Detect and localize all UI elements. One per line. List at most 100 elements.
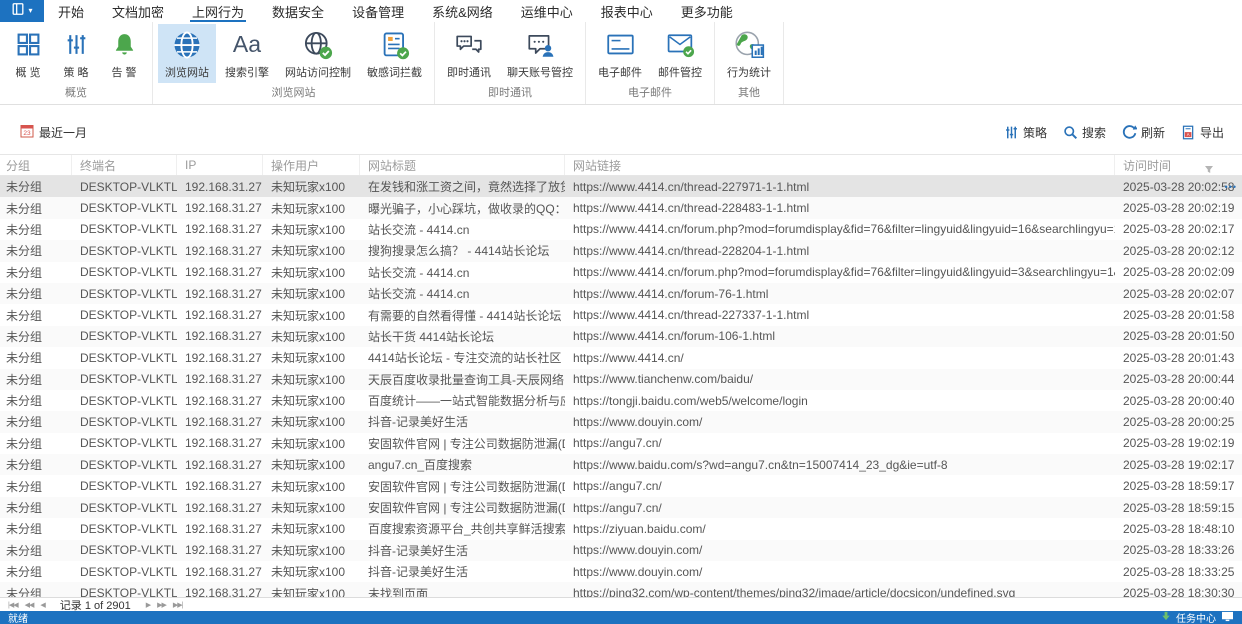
- ribbon-button-chat-account-control[interactable]: 聊天账号管控: [500, 24, 580, 83]
- policy-button-label: 策略: [1022, 126, 1047, 140]
- cell-time: 2025-03-28 20:01:58: [1123, 308, 1235, 323]
- cell-time: 2025-03-28 20:02:58 •••: [1123, 179, 1237, 194]
- cell-title: 安固软件官网 | 专注公司数据防泄漏(DLP)，...: [368, 479, 565, 494]
- mail-icon: [606, 27, 635, 63]
- sliders-sm-icon: [1004, 125, 1019, 140]
- column-header-time[interactable]: 访问时间: [1115, 155, 1242, 175]
- cell-title: 抖音-记录美好生活: [368, 565, 468, 580]
- table-row[interactable]: 未分组 DESKTOP-VLKTLE1 192.168.31.27 未知玩家x100 站…: [0, 325, 1242, 348]
- table-row[interactable]: 未分组 DESKTOP-VLKTLE1 192.168.31.27 未知玩家x100 站…: [0, 262, 1242, 283]
- menu-tab-doc-encrypt[interactable]: 文档加密: [98, 0, 178, 22]
- cell-group: 未分组: [6, 372, 43, 387]
- status-bar: 就绪 任务中心: [0, 611, 1242, 624]
- ribbon-button-behavior-stats[interactable]: 行为统计: [720, 24, 778, 83]
- column-header-group[interactable]: 分组: [0, 155, 72, 175]
- table-row[interactable]: 未分组 DESKTOP-VLKTLE1 192.168.31.27 未知玩家x100 天…: [0, 368, 1242, 390]
- table-row[interactable]: 未分组 DESKTOP-VLKTLE1 192.168.31.27 未知玩家x100 抖…: [0, 411, 1242, 433]
- ribbon-button-alarm[interactable]: 告 警: [101, 24, 147, 83]
- ribbon-group-buttons: 浏览网站 Aa 搜索引擎 网站访问控制 敏感词拦截: [153, 22, 434, 83]
- table-row[interactable]: 未分组 DESKTOP-VLKTLE1 192.168.31.27 未知玩家x100 百…: [0, 518, 1242, 539]
- cell-terminal: DESKTOP-VLKTLE1: [80, 586, 177, 597]
- table-row[interactable]: 未分组 DESKTOP-VLKTLE1 192.168.31.27 未知玩家x100 安…: [0, 433, 1242, 454]
- table-row[interactable]: 未分组 DESKTOP-VLKTLE1 192.168.31.27 未知玩家x100 搜…: [0, 240, 1242, 262]
- svg-text:A: A: [1187, 132, 1190, 137]
- menu-tab-system-network[interactable]: 系统&网络: [418, 0, 507, 22]
- table-row[interactable]: 未分组 DESKTOP-VLKTLE1 192.168.31.27 未知玩家x100 安…: [0, 475, 1242, 496]
- time-filter-funnel-icon[interactable]: [1204, 161, 1214, 179]
- table-row[interactable]: 未分组 DESKTOP-VLKTLE1 192.168.31.27 未知玩家x100 百…: [0, 390, 1242, 411]
- table-row[interactable]: 未分组 DESKTOP-VLKTLE1 192.168.31.27 未知玩家x100 抖…: [0, 561, 1242, 582]
- ribbon-button-policy[interactable]: 策 略: [53, 24, 99, 83]
- ribbon-button-website-access-control[interactable]: 网站访问控制: [278, 24, 358, 83]
- menu-tab-more-functions[interactable]: 更多功能: [667, 0, 747, 22]
- pager-next-button[interactable]: ▶: [146, 601, 151, 609]
- pager-last-button[interactable]: ▶▶|: [173, 601, 184, 609]
- menu-tab-data-security[interactable]: 数据安全: [258, 0, 338, 22]
- pager-next-group-button[interactable]: ▶▶: [157, 601, 167, 609]
- table-row[interactable]: 未分组 DESKTOP-VLKTLE1 192.168.31.27 未知玩家x100 未…: [0, 582, 1242, 597]
- table-row[interactable]: 未分组 DESKTOP-VLKTLE1 192.168.31.27 未知玩家x100 4…: [0, 347, 1242, 368]
- ribbon-button-browse-websites[interactable]: 浏览网站: [158, 24, 216, 83]
- cell-time: 2025-03-28 20:02:19: [1123, 201, 1235, 216]
- ribbon-button-email[interactable]: 电子邮件: [591, 24, 649, 83]
- column-header-url[interactable]: 网站链接: [565, 155, 1115, 175]
- table-row[interactable]: 未分组 DESKTOP-VLKTLE1 192.168.31.27 未知玩家x100 安…: [0, 496, 1242, 519]
- ribbon-button-email-control[interactable]: 邮件管控: [651, 24, 709, 83]
- column-header-title[interactable]: 网站标题: [360, 155, 565, 175]
- menu-tab-internet-behavior[interactable]: 上网行为: [178, 0, 258, 22]
- ribbon-button-sensitive-word-block[interactable]: 敏感词拦截: [360, 24, 429, 83]
- cell-terminal: DESKTOP-VLKTLE1: [80, 414, 177, 429]
- policy-button[interactable]: 策略: [1004, 124, 1047, 141]
- table-row[interactable]: 未分组 DESKTOP-VLKTLE1 192.168.31.27 未知玩家x100 曝…: [0, 197, 1242, 219]
- ribbon-button-overview[interactable]: 概 览: [5, 24, 51, 83]
- column-header-terminal[interactable]: 终端名: [72, 155, 177, 175]
- cell-user: 未知玩家x100: [271, 501, 346, 516]
- menu-tab-device-manage[interactable]: 设备管理: [338, 0, 418, 22]
- table-row[interactable]: 未分组 DESKTOP-VLKTLE1 192.168.31.27 未知玩家x100 在…: [0, 176, 1242, 198]
- cell-user: 未知玩家x100: [271, 543, 346, 558]
- pager-first-button[interactable]: |◀◀: [8, 601, 19, 609]
- app-menu-button[interactable]: ▾: [0, 0, 44, 22]
- cell-user: 未知玩家x100: [271, 180, 346, 195]
- ribbon-group-0: 概 览 策 略 告 警概览: [0, 22, 153, 104]
- cell-user: 未知玩家x100: [271, 565, 346, 580]
- cell-user: 未知玩家x100: [271, 586, 346, 597]
- cell-group: 未分组: [6, 479, 43, 494]
- ribbon-group-buttons: 行为统计: [715, 22, 783, 83]
- date-range-filter[interactable]: 23 最近一月: [20, 124, 87, 141]
- cell-user: 未知玩家x100: [271, 287, 346, 302]
- menu-tab-ops-center[interactable]: 运维中心: [507, 0, 587, 22]
- table-row[interactable]: 未分组 DESKTOP-VLKTLE1 192.168.31.27 未知玩家x100 a…: [0, 454, 1242, 476]
- table-row[interactable]: 未分组 DESKTOP-VLKTLE1 192.168.31.27 未知玩家x100 有…: [0, 304, 1242, 325]
- doc-check-icon: [380, 27, 410, 63]
- table-row[interactable]: 未分组 DESKTOP-VLKTLE1 192.168.31.27 未知玩家x100 站…: [0, 282, 1242, 305]
- monitor-icon[interactable]: [1221, 611, 1234, 624]
- cell-group: 未分组: [6, 458, 43, 473]
- menu-tab-report-center[interactable]: 报表中心: [587, 0, 667, 22]
- ribbon-group-3: 电子邮件 邮件管控 电子邮件: [586, 22, 715, 104]
- cell-ip: 192.168.31.27: [185, 500, 262, 515]
- pager-prev-button[interactable]: ◀: [40, 601, 45, 609]
- menu-bar-items: 开始 文档加密 上网行为 数据安全 设备管理 系统&网络 运维中心 报表中心 更多功能: [44, 0, 747, 22]
- status-bar-right: 任务中心: [1161, 610, 1234, 624]
- table-row[interactable]: 未分组 DESKTOP-VLKTLE1 192.168.31.27 未知玩家x100 站…: [0, 219, 1242, 240]
- menu-tab-start[interactable]: 开始: [44, 0, 98, 22]
- task-center-button[interactable]: 任务中心: [1176, 610, 1216, 624]
- cell-ip: 192.168.31.27: [185, 586, 262, 597]
- search-button[interactable]: 搜索: [1063, 124, 1106, 141]
- export-button[interactable]: A 导出: [1181, 124, 1224, 141]
- cell-ip: 192.168.31.27: [185, 414, 262, 429]
- ribbon-button-instant-messaging[interactable]: 即时通讯: [440, 24, 498, 83]
- column-header-ip[interactable]: IP: [177, 155, 263, 175]
- table-row[interactable]: 未分组 DESKTOP-VLKTLE1 192.168.31.27 未知玩家x100 抖…: [0, 539, 1242, 562]
- cell-group: 未分组: [6, 351, 43, 366]
- column-header-user[interactable]: 操作用户: [263, 155, 360, 175]
- refresh-button[interactable]: 刷新: [1122, 124, 1165, 141]
- ribbon-button-search-engine[interactable]: Aa 搜索引擎: [218, 24, 276, 83]
- row-actions-menu-icon[interactable]: •••: [1225, 182, 1237, 192]
- pager-prev-group-button[interactable]: ◀◀: [25, 601, 35, 609]
- ribbon-button-label: 电子邮件: [598, 66, 642, 79]
- cell-title: 有需要的自然看得懂 - 4414站长论坛: [368, 308, 562, 323]
- filter-toolbar: 23 最近一月 策略 搜索 刷新 A 导出: [0, 105, 1242, 155]
- cell-url: https://www.4414.cn/forum.php?mod=forumd…: [573, 265, 1115, 280]
